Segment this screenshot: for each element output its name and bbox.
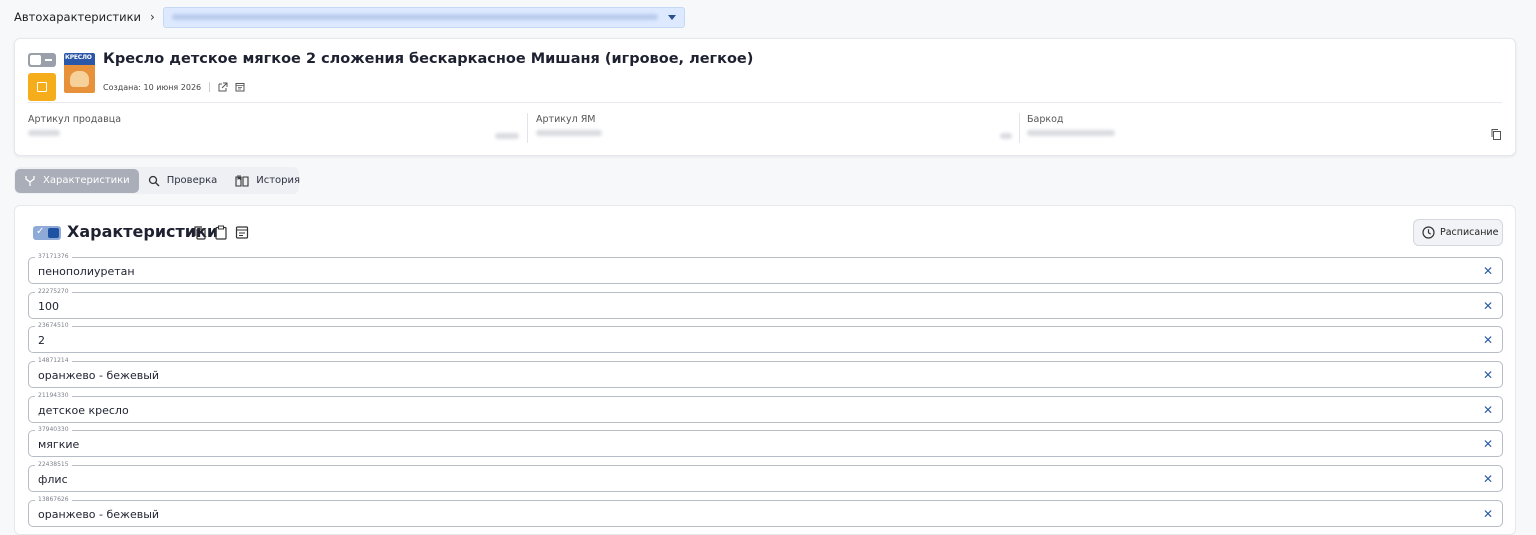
characteristic-value[interactable]: 2 (38, 334, 45, 347)
close-icon[interactable]: ✕ (1483, 472, 1493, 486)
characteristic-value[interactable]: оранжево - бежевый (38, 369, 159, 382)
barcode-label: Баркод (1027, 114, 1064, 125)
characteristic-row[interactable]: 13867626 оранжево - бежевый ✕ (28, 496, 1503, 527)
breadcrumb-chevron-icon: › (150, 10, 155, 24)
product-select[interactable] (162, 6, 685, 28)
calendar-icon[interactable] (235, 225, 249, 240)
seller-article-extra (495, 133, 519, 139)
tab-history[interactable]: История (226, 169, 309, 193)
product-thumbnail[interactable]: КРЕСЛО (64, 53, 95, 93)
characteristic-row[interactable]: 22275270 100 ✕ (28, 288, 1503, 319)
characteristic-value[interactable]: мягкие (38, 438, 79, 451)
characteristic-row[interactable]: 37171376 пенополиуретан ✕ (28, 253, 1503, 284)
product-card: КРЕСЛО Кресло детское мягкое 2 сложения … (14, 38, 1516, 156)
field-separator (1019, 113, 1020, 143)
close-icon[interactable]: ✕ (1483, 437, 1493, 451)
square-icon (37, 82, 47, 92)
characteristic-value[interactable]: 100 (38, 300, 59, 313)
seller-article-label: Артикул продавца (28, 114, 122, 125)
copy-icon[interactable] (193, 225, 207, 240)
characteristic-code: 14871214 (35, 357, 72, 365)
section-toggle[interactable]: ✓ (33, 226, 61, 240)
characteristic-row[interactable]: 22438515 флис ✕ (28, 461, 1503, 492)
close-icon[interactable]: ✕ (1483, 507, 1493, 521)
check-icon: ✓ (36, 226, 45, 237)
product-select-value (171, 14, 658, 20)
clipboard-icon[interactable] (214, 225, 228, 240)
section-actions (193, 225, 249, 240)
field-separator (527, 113, 528, 143)
characteristic-value[interactable]: детское кресло (38, 404, 129, 417)
characteristic-code: 21194330 (35, 392, 72, 400)
breadcrumb: Автохарактеристики › (14, 6, 685, 28)
status-badge[interactable] (28, 73, 56, 101)
tab-label: Характеристики (43, 175, 130, 186)
thumbnail-label: КРЕСЛО (65, 54, 92, 61)
characteristic-value[interactable]: флис (38, 473, 68, 486)
product-meta: Создана: 10 июня 2026 (103, 82, 252, 92)
created-date: Создана: 10 июня 2026 (103, 82, 202, 92)
characteristic-code: 22438515 (35, 461, 72, 469)
characteristic-code: 37940330 (35, 426, 72, 434)
ym-article-label: Артикул ЯМ (536, 114, 596, 125)
schedule-label: Расписание (1440, 227, 1499, 238)
card-divider (28, 102, 1502, 103)
product-toggle[interactable] (28, 53, 56, 67)
search-icon (148, 175, 160, 186)
fork-icon (25, 175, 35, 186)
tab-bar: Характеристики Проверка История (14, 167, 300, 194)
caret-down-icon[interactable] (667, 14, 676, 20)
book-icon (235, 174, 249, 187)
copy-icon[interactable] (1490, 128, 1502, 140)
characteristic-row[interactable]: 37940330 мягкие ✕ (28, 426, 1503, 457)
characteristics-panel: ✓ Характеристики Расписание 37171376 пен… (14, 205, 1516, 535)
characteristic-code: 22275270 (35, 288, 72, 296)
external-link-icon[interactable] (218, 82, 228, 92)
product-title: Кресло детское мягкое 2 сложения бескарк… (103, 51, 754, 67)
ym-article-value (536, 130, 602, 136)
ym-article-extra (1000, 133, 1012, 139)
calendar-icon[interactable] (235, 82, 245, 92)
characteristic-value[interactable]: оранжево - бежевый (38, 508, 159, 521)
clock-icon (1422, 226, 1435, 239)
schedule-button[interactable]: Расписание (1413, 219, 1503, 246)
seller-article-value (28, 130, 60, 136)
barcode-value (1027, 130, 1115, 136)
close-icon[interactable]: ✕ (1483, 333, 1493, 347)
tab-label: Проверка (166, 175, 218, 186)
characteristic-code: 37171376 (35, 253, 72, 261)
tab-label: История (256, 175, 301, 186)
tab-characteristics[interactable]: Характеристики (15, 168, 139, 193)
tab-check[interactable]: Проверка (139, 169, 227, 193)
breadcrumb-root[interactable]: Автохарактеристики (14, 10, 141, 24)
close-icon[interactable]: ✕ (1483, 264, 1493, 278)
characteristic-row[interactable]: 23674510 2 ✕ (28, 322, 1503, 353)
characteristic-row[interactable]: 14871214 оранжево - бежевый ✕ (28, 357, 1503, 388)
characteristic-code: 13867626 (35, 496, 72, 504)
characteristic-value[interactable]: пенополиуретан (38, 265, 135, 278)
characteristic-code: 23674510 (35, 322, 72, 330)
characteristic-row[interactable]: 21194330 детское кресло ✕ (28, 392, 1503, 423)
close-icon[interactable]: ✕ (1483, 403, 1493, 417)
close-icon[interactable]: ✕ (1483, 368, 1493, 382)
close-icon[interactable]: ✕ (1483, 299, 1493, 313)
